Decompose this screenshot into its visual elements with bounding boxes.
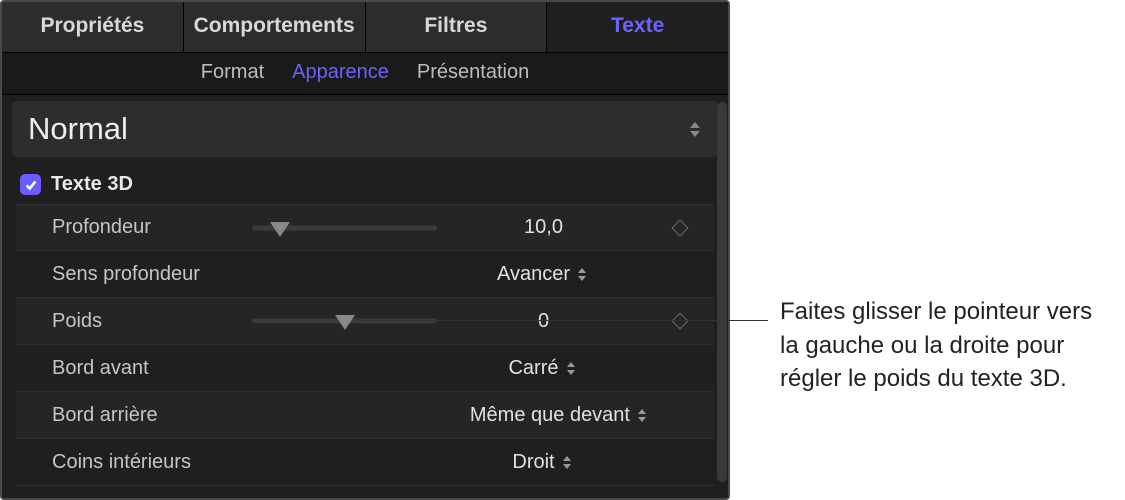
- spacer: [252, 264, 437, 284]
- spacer: [252, 358, 437, 378]
- value-text: Même que devant: [470, 404, 630, 427]
- slider-thumb-icon[interactable]: [270, 222, 290, 237]
- slider-weight[interactable]: [252, 311, 437, 331]
- checkmark-icon: [24, 178, 38, 192]
- subtab-appearance[interactable]: Apparence: [292, 61, 389, 84]
- value-text: Avancer: [497, 263, 570, 286]
- label-depth-direction: Sens profondeur: [52, 263, 252, 286]
- callout-line: [360, 320, 768, 321]
- popup-front-edge[interactable]: Carré: [437, 357, 650, 380]
- slider-thumb-icon[interactable]: [335, 315, 355, 330]
- keyframe-depth[interactable]: [650, 222, 710, 234]
- diamond-icon: [672, 313, 689, 330]
- row-inside-corners: Coins intérieurs Droit: [16, 439, 714, 486]
- tab-properties[interactable]: Propriétés: [2, 2, 184, 52]
- sub-tabs: Format Apparence Présentation: [2, 53, 728, 95]
- chevron-updown-icon: [638, 405, 650, 425]
- label-weight: Poids: [52, 310, 252, 333]
- callout-text: Faites glisser le pointeur vers la gauch…: [780, 295, 1095, 396]
- section-header-3d: Texte 3D: [2, 163, 728, 204]
- tab-behaviors[interactable]: Comportements: [184, 2, 366, 52]
- diamond-icon: [672, 219, 689, 236]
- popup-depth-direction[interactable]: Avancer: [437, 263, 650, 286]
- row-back-edge: Bord arrière Même que devant: [16, 392, 714, 439]
- popup-inside-corners[interactable]: Droit: [437, 451, 650, 474]
- content-area: Normal Texte 3D Profondeur 10,0 Sens pro…: [2, 101, 728, 486]
- callout-area: Faites glisser le pointeur vers la gauch…: [730, 0, 1125, 500]
- slider-depth[interactable]: [252, 218, 437, 238]
- row-weight: Poids 0: [16, 298, 714, 345]
- section-title: Texte 3D: [51, 173, 133, 196]
- spacer: [252, 452, 437, 472]
- scrollbar[interactable]: [717, 102, 727, 482]
- keyframe-weight[interactable]: [650, 315, 710, 327]
- chevron-updown-icon: [567, 358, 579, 378]
- inspector-panel: Propriétés Comportements Filtres Texte F…: [0, 0, 730, 500]
- label-front-edge: Bord avant: [52, 357, 252, 380]
- value-weight[interactable]: 0: [437, 310, 650, 333]
- value-text: Carré: [508, 357, 558, 380]
- subtab-layout[interactable]: Présentation: [417, 61, 529, 84]
- label-back-edge: Bord arrière: [52, 404, 252, 427]
- chevron-updown-icon: [563, 452, 575, 472]
- row-depth: Profondeur 10,0: [16, 204, 714, 251]
- main-tabs: Propriétés Comportements Filtres Texte: [2, 2, 728, 53]
- tab-text[interactable]: Texte: [547, 2, 728, 52]
- label-inside-corners: Coins intérieurs: [52, 451, 252, 474]
- row-front-edge: Bord avant Carré: [16, 345, 714, 392]
- popup-back-edge[interactable]: Même que devant: [352, 404, 650, 427]
- spacer: [252, 405, 352, 425]
- value-depth[interactable]: 10,0: [437, 216, 650, 239]
- tab-filters[interactable]: Filtres: [366, 2, 548, 52]
- value-text: Droit: [512, 451, 554, 474]
- row-depth-direction: Sens profondeur Avancer: [16, 251, 714, 298]
- checkbox-3d-text[interactable]: [20, 174, 41, 195]
- text-style-dropdown[interactable]: Normal: [12, 101, 718, 157]
- text-style-label: Normal: [28, 111, 128, 147]
- label-depth: Profondeur: [52, 216, 252, 239]
- params-list: Profondeur 10,0 Sens profondeur Avancer: [16, 204, 714, 486]
- chevron-updown-icon: [578, 264, 590, 284]
- chevron-updown-icon: [690, 119, 702, 139]
- subtab-format[interactable]: Format: [201, 61, 264, 84]
